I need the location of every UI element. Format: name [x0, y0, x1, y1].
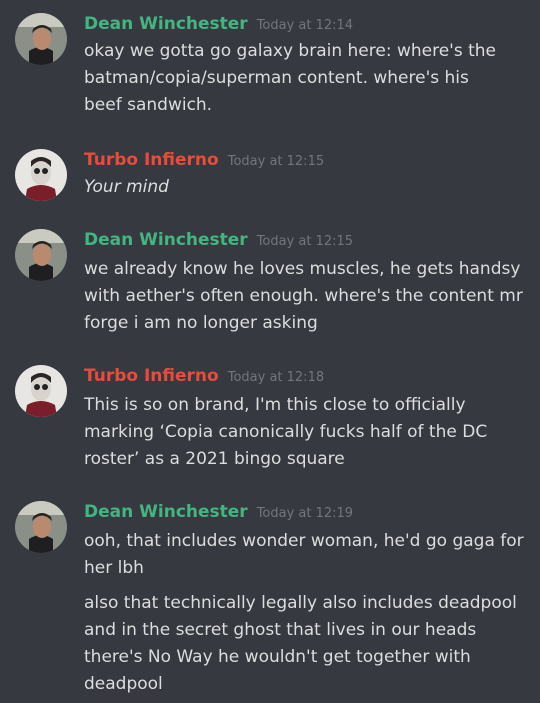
message-line: Your mind — [84, 177, 169, 197]
message-line: roster’ as a 2021 bingo square — [84, 449, 345, 469]
author-name[interactable]: Dean Winchester — [84, 14, 248, 34]
avatar-dean[interactable] — [15, 229, 67, 281]
message-line: also that technically legally also inclu… — [84, 593, 517, 613]
author-name[interactable]: Dean Winchester — [84, 230, 248, 250]
message-line: This is so on brand, I'm this close to o… — [84, 395, 466, 415]
message-line: with aether's often enough. where's the … — [84, 286, 523, 306]
author-name[interactable]: Turbo Infierno — [84, 150, 219, 170]
message-line: ooh, that includes wonder woman, he'd go… — [84, 531, 524, 551]
timestamp: Today at 12:14 — [256, 18, 354, 33]
message-line: okay we gotta go galaxy brain here: wher… — [84, 41, 496, 61]
message-line: beef sandwich. — [84, 95, 213, 115]
message-line: deadpool — [84, 674, 163, 694]
author-name[interactable]: Turbo Infierno — [84, 366, 219, 386]
timestamp: Today at 12:15 — [227, 154, 325, 169]
timestamp: Today at 12:15 — [256, 234, 354, 249]
message-line: we already know he loves muscles, he get… — [84, 259, 521, 279]
timestamp: Today at 12:19 — [256, 506, 354, 521]
message-line: marking ‘Copia canonically fucks half of… — [84, 422, 488, 442]
message-line: there's No Way he wouldn't get together … — [84, 647, 471, 667]
avatar-dean[interactable] — [15, 13, 67, 65]
message-line: her lbh — [84, 558, 144, 578]
message-line: batman/copia/superman content. where's h… — [84, 68, 469, 88]
message-line: forge i am no longer asking — [84, 313, 318, 333]
timestamp: Today at 12:18 — [227, 370, 325, 385]
avatar-dean[interactable] — [15, 501, 67, 553]
avatar-turbo[interactable] — [15, 149, 67, 201]
author-name[interactable]: Dean Winchester — [84, 502, 248, 522]
message-line: and in the secret ghost that lives in ou… — [84, 620, 477, 640]
avatar-turbo[interactable] — [15, 365, 67, 417]
